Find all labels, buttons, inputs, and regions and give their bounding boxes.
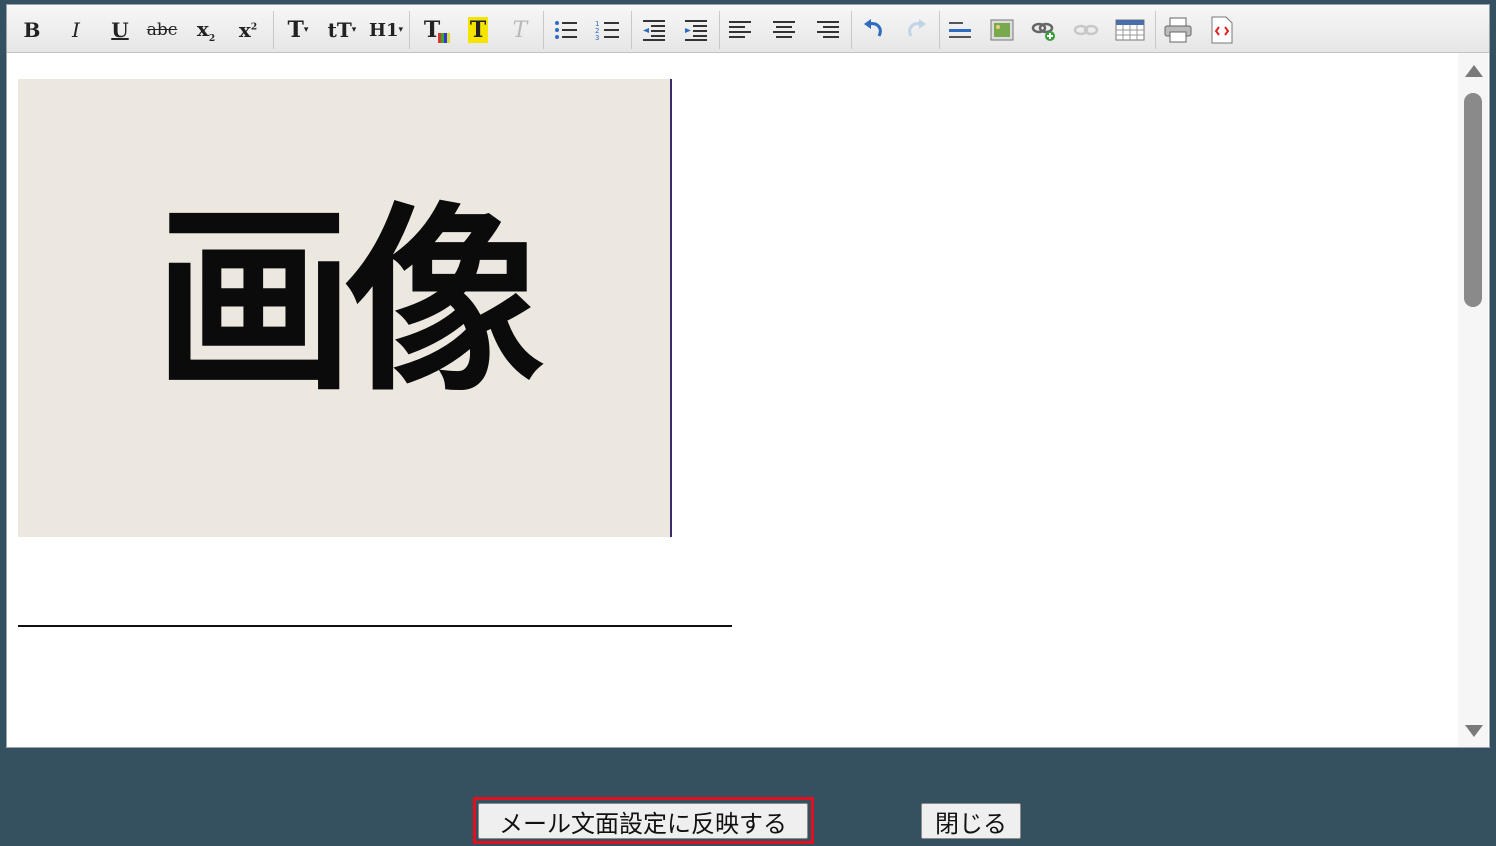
bullet-list-icon bbox=[555, 21, 577, 39]
font-family-icon: tT bbox=[327, 18, 352, 42]
source-code-button[interactable] bbox=[1203, 13, 1241, 47]
font-family-button[interactable]: tT ▾ bbox=[323, 13, 361, 47]
table-icon bbox=[1115, 19, 1145, 41]
scroll-thumb[interactable] bbox=[1464, 93, 1482, 307]
apply-to-mail-settings-button[interactable]: メール文面設定に反映する bbox=[478, 803, 808, 839]
inserted-image[interactable]: 画像 bbox=[18, 79, 672, 537]
font-size-icon: T bbox=[287, 17, 304, 43]
outdent-button[interactable] bbox=[635, 13, 673, 47]
editor-toolbar: B I U abc x2 x2 T ▾ tT ▾ H1 ▾ T T T 123 bbox=[7, 5, 1489, 53]
link-icon bbox=[1031, 22, 1055, 41]
toolbar-separator bbox=[939, 11, 940, 49]
unlink-button[interactable] bbox=[1067, 13, 1105, 47]
outdent-icon bbox=[643, 20, 665, 41]
heading-button[interactable]: H1 ▾ bbox=[367, 13, 405, 47]
horizontal-rule-icon bbox=[949, 22, 971, 38]
subscript-icon: x2 bbox=[196, 16, 216, 44]
toolbar-separator bbox=[1155, 11, 1156, 49]
align-center-icon bbox=[773, 21, 795, 38]
highlight-icon: T bbox=[467, 17, 489, 43]
toolbar-separator bbox=[719, 11, 720, 49]
italic-button[interactable]: I bbox=[57, 13, 95, 47]
bold-button[interactable]: B bbox=[13, 13, 51, 47]
align-right-button[interactable] bbox=[809, 13, 847, 47]
remove-format-button[interactable]: T bbox=[501, 13, 539, 47]
undo-button[interactable] bbox=[855, 13, 893, 47]
underline-button[interactable]: U bbox=[101, 13, 139, 47]
rich-text-editor: B I U abc x2 x2 T▾ tT▾ H1▾ T T T 123 bbox=[6, 4, 1490, 748]
align-left-icon bbox=[729, 21, 751, 38]
align-right-icon bbox=[817, 21, 839, 38]
image-icon bbox=[990, 19, 1014, 41]
text-color-button[interactable]: T bbox=[413, 13, 451, 47]
scroll-up-arrow-icon[interactable] bbox=[1465, 65, 1483, 77]
toolbar-separator bbox=[543, 11, 544, 49]
underline-icon: U bbox=[111, 18, 129, 42]
print-icon bbox=[1164, 17, 1192, 43]
superscript-icon: x2 bbox=[238, 18, 258, 42]
toolbar-separator bbox=[273, 11, 274, 49]
unlink-icon bbox=[1073, 24, 1099, 36]
image-caption-text: 画像 bbox=[153, 186, 544, 419]
remove-format-icon: T bbox=[512, 17, 528, 43]
text-color-icon: T bbox=[424, 17, 451, 43]
heading-icon: H1 bbox=[368, 19, 399, 41]
svg-text:3: 3 bbox=[595, 34, 599, 42]
editor-content-area[interactable]: 画像 bbox=[7, 53, 1457, 747]
insert-link-button[interactable] bbox=[1025, 13, 1063, 47]
align-center-button[interactable] bbox=[765, 13, 803, 47]
horizontal-rule bbox=[18, 625, 732, 627]
toolbar-separator bbox=[851, 11, 852, 49]
scroll-down-arrow-icon[interactable] bbox=[1465, 725, 1483, 737]
superscript-button[interactable]: x2 bbox=[229, 13, 267, 47]
vertical-scrollbar[interactable] bbox=[1458, 53, 1488, 747]
horizontal-rule-button[interactable] bbox=[941, 13, 979, 47]
numbered-list-button[interactable]: 123 bbox=[589, 13, 627, 47]
toolbar-separator bbox=[409, 11, 410, 49]
source-code-icon bbox=[1211, 16, 1233, 44]
italic-icon: I bbox=[72, 18, 80, 42]
strikethrough-icon: abc bbox=[146, 20, 178, 40]
subscript-button[interactable]: x2 bbox=[187, 13, 225, 47]
align-left-button[interactable] bbox=[721, 13, 759, 47]
insert-image-button[interactable] bbox=[983, 13, 1021, 47]
toolbar-separator bbox=[631, 11, 632, 49]
highlight-color-button[interactable]: T bbox=[459, 13, 497, 47]
indent-button[interactable] bbox=[677, 13, 715, 47]
bullet-list-button[interactable] bbox=[547, 13, 585, 47]
numbered-list-icon: 123 bbox=[595, 20, 619, 42]
indent-icon bbox=[685, 20, 707, 41]
font-size-button[interactable]: T ▾ bbox=[279, 13, 317, 47]
redo-button[interactable] bbox=[897, 13, 935, 47]
bold-icon: B bbox=[23, 18, 41, 42]
undo-icon bbox=[864, 19, 882, 37]
redo-icon bbox=[908, 19, 926, 37]
print-button[interactable] bbox=[1159, 13, 1197, 47]
close-button[interactable]: 閉じる bbox=[921, 803, 1021, 839]
insert-table-button[interactable] bbox=[1111, 13, 1149, 47]
strikethrough-button[interactable]: abc bbox=[143, 13, 181, 47]
